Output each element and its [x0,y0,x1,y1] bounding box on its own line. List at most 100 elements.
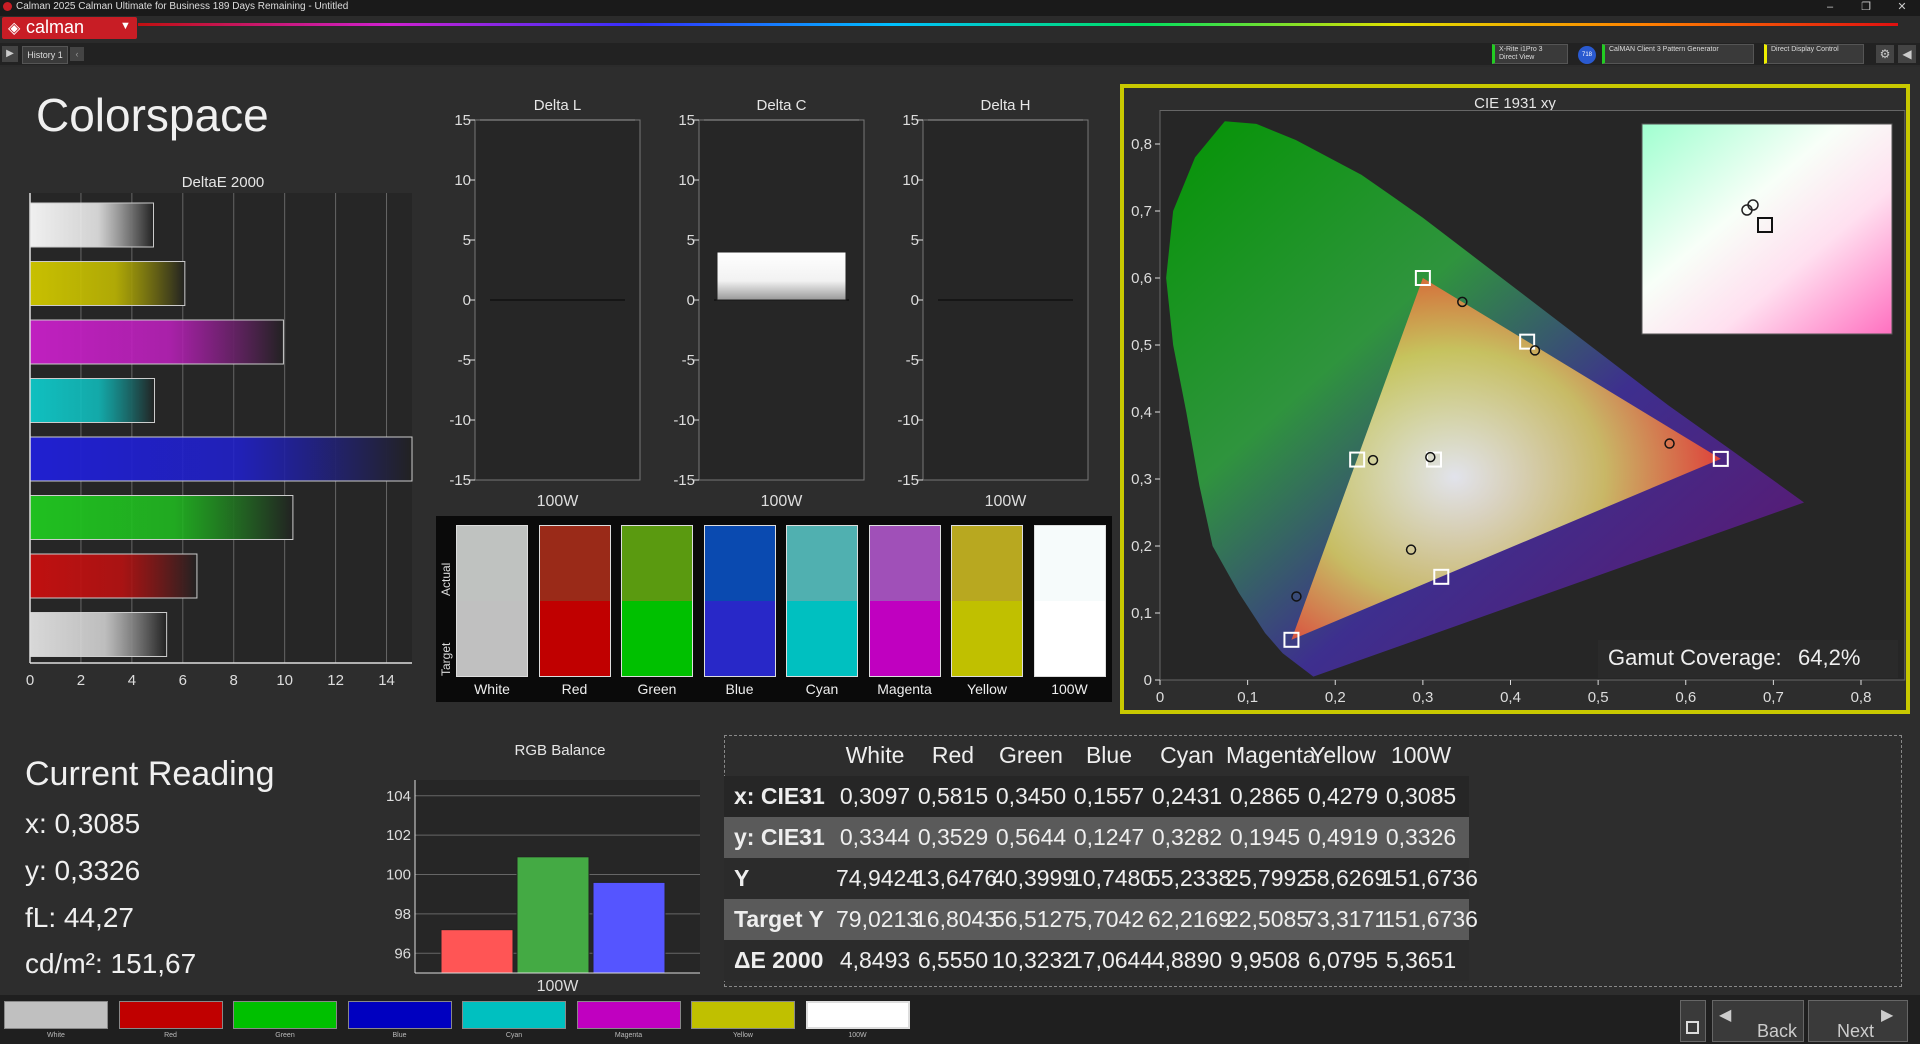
deltae-chart: 0 2 4 6 8 10 12 14 [26,193,413,689]
play-icon[interactable]: ▶ [2,46,18,62]
actual-swatch [457,526,527,601]
patch-button[interactable] [233,1001,337,1029]
x-tick-label: 0,5 [1588,689,1609,706]
target-swatch [704,601,775,676]
row-label: Y [734,865,750,891]
y-tick-label: 0,3 [1131,471,1152,488]
x-tick-label: 2 [77,672,85,689]
swatch-label: White [474,681,510,697]
color-swatch [786,525,858,677]
y-tick-label: 15 [678,112,695,129]
patch-button[interactable] [805,1001,910,1029]
next-label: Next [1837,1021,1875,1041]
app-icon [3,2,12,11]
swatch-label: Cyan [805,681,839,697]
color-swatch [456,525,528,677]
y-tick-label: -15 [673,472,695,489]
patch-label: Red [164,1032,177,1039]
y-tick-label: 0 [463,292,471,309]
y-tick-label: -5 [458,352,471,369]
table-cell: 0,5644 [995,824,1067,850]
meter-select[interactable]: X-Rite i1Pro 3 Direct View [1492,44,1568,64]
history-tab[interactable]: History 1 [22,46,68,64]
y-tick-label: 10 [454,172,471,189]
color-swatch [621,525,693,677]
deltae-bar [29,261,186,306]
x-tick-label: 0,3 [1412,689,1433,706]
pattern-generator-select[interactable]: CalMAN Client 3 Pattern Generator [1602,44,1754,64]
table-header-cell: Yellow [1310,742,1376,768]
logo-text: calman [26,17,85,37]
table-cell: 55,2338 [1148,865,1232,891]
maximize-icon[interactable]: ❐ [1852,0,1880,16]
page-title: Colorspace [36,89,269,141]
next-button[interactable]: ▶ Next [1808,1000,1908,1042]
collapse-icon[interactable]: ◀ [1898,45,1916,63]
actual-label-box: Actual [436,530,458,600]
window-title: Calman 2025 Calman Ultimate for Business… [16,1,349,12]
table-cell: 0,4279 [1307,783,1379,809]
calman-menu-button[interactable]: ◈ calman ▼ [2,17,137,39]
swatch-label: Yellow [967,681,1007,697]
rainbow-bar [138,23,1898,26]
record-button[interactable] [1680,1000,1706,1042]
patch-button[interactable] [462,1001,566,1029]
table-row: ΔE 2000 4,8493 6,5550 10,3232 17,0644 4,8890 9… [724,940,1469,981]
close-icon[interactable]: ✕ [1888,0,1916,16]
deltae-bar [29,612,168,657]
target-label-box: Target [436,616,458,686]
patch-button[interactable] [347,1001,452,1029]
gamut-label: Gamut Coverage: [1608,645,1782,670]
minimize-icon[interactable]: – [1816,0,1844,16]
x-tick-label: 0,2 [1325,689,1346,706]
table-cell: 22,5085 [1226,906,1310,932]
current-x: x: 0,3085 [25,808,141,839]
deltae-bar [29,495,294,540]
y-tick-label: 5 [911,232,919,249]
table-cell: 6,0795 [1307,947,1379,973]
actual-swatch [704,526,775,601]
table-cell: 0,3326 [1385,824,1457,850]
patch-button[interactable] [4,1001,108,1029]
rgb-balance-chart: 104 102 100 98 96 100W [386,780,700,995]
y-tick-label: 0,2 [1131,538,1152,555]
delta-bar [716,251,847,301]
target-swatch [622,601,692,676]
y-tick-label: 5 [463,232,471,249]
actual-label: Actual [439,562,453,596]
patch-label: 100W [848,1032,867,1039]
next-arrow-icon: ▶ [1881,1007,1894,1024]
x-tick-label: 14 [378,672,395,689]
rgb-bar [440,929,514,974]
add-tab-icon[interactable]: ‹ [70,47,84,61]
display-control-select[interactable]: Direct Display Control [1764,44,1864,64]
table-cell: 0,2431 [1151,783,1223,809]
gear-icon[interactable]: ⚙ [1876,45,1894,63]
table-row: Target Y 79,0213 16,8043 56,5127 5,7042 62,21… [724,899,1478,940]
patch-button[interactable] [118,1001,223,1029]
table-cell: 0,3282 [1151,824,1223,850]
delta-x-label: 100W [985,493,1028,510]
y-tick-label: -5 [682,352,695,369]
patch-label: Blue [392,1032,407,1039]
actual-swatch [539,526,610,601]
delta-chart-title: Delta C [756,97,806,114]
meter-badge[interactable]: 718 [1578,46,1596,64]
table-cell: 25,7992 [1226,865,1310,891]
back-button[interactable]: ◀ Back [1712,1000,1804,1042]
x-tick-label: 0,7 [1763,689,1784,706]
chevron-down-icon: ▼ [120,20,131,32]
table-cell: 0,1557 [1073,783,1145,809]
actual-swatch [1034,526,1105,601]
table-cell: 74,9424 [836,865,920,891]
y-tick-label: 0,8 [1131,136,1152,153]
table-cell: 0,3344 [839,824,911,850]
target-swatch [869,601,940,676]
table-cell: 0,1247 [1073,824,1145,850]
patch-button[interactable] [576,1001,681,1029]
y-tick-label: 0,7 [1131,203,1152,220]
deltae-bar [29,378,156,423]
y-tick-label: 0,6 [1131,270,1152,287]
patch-button[interactable] [691,1001,795,1029]
table-cell: 17,0644 [1070,947,1154,973]
